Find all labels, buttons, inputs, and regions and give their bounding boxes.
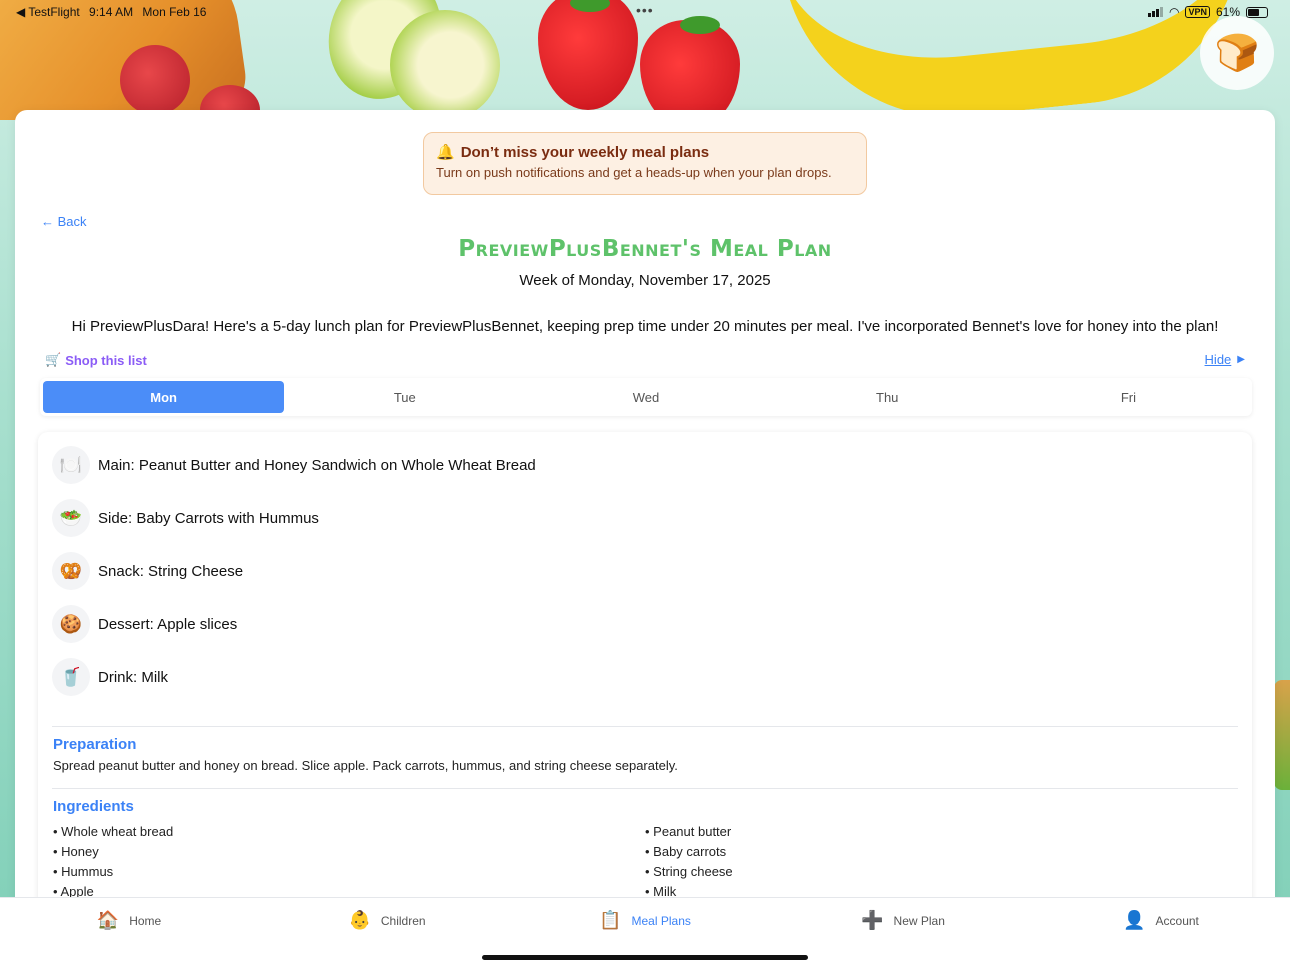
tab-thu[interactable]: Thu (767, 381, 1008, 413)
home-indicator[interactable] (482, 955, 808, 960)
triangle-right-icon: ▶ (1237, 354, 1245, 365)
nav-home[interactable]: 🏠 Home (0, 898, 258, 967)
bell-icon: 🔔 (436, 144, 455, 161)
preparation-text: Spread peanut butter and honey on bread.… (53, 758, 678, 773)
nav-new-plan[interactable]: ➕ New Plan (774, 898, 1032, 967)
baby-icon: 👶 (348, 910, 371, 930)
apple-slice-image (390, 10, 500, 120)
meal-item: 🍪 Dessert: Apple slices (52, 605, 237, 643)
status-bar: ◀ TestFlight 9:14 AM Mon Feb 16 ••• ◠ VP… (0, 0, 1290, 24)
toast-hero-icon: 🍞 (1214, 32, 1260, 73)
house-icon: 🏠 (96, 910, 120, 930)
nav-label: Account (1155, 914, 1199, 928)
cart-icon: 🛒 (45, 352, 62, 367)
shop-list-button[interactable]: 🛒 Shop this list (45, 352, 147, 368)
salad-icon: 🥗 (52, 499, 90, 537)
nav-label: Children (380, 914, 426, 928)
ingredient-item: • Whole wheat bread (53, 824, 174, 839)
meal-item: 🍽️ Main: Peanut Butter and Honey Sandwic… (52, 446, 536, 484)
status-date: Mon Feb 16 (142, 5, 207, 19)
plan-intro: Hi PreviewPlusDara! Here's a 5-day lunch… (71, 318, 1219, 335)
hide-label: Hide (1204, 352, 1232, 367)
vpn-badge: VPN (1185, 6, 1210, 18)
person-icon: 👤 (1123, 910, 1146, 930)
notification-banner[interactable]: 🔔 Don’t miss your weekly meal plans Turn… (423, 132, 867, 195)
meal-text: Snack: String Cheese (98, 562, 244, 580)
shop-list-label: Shop this list (65, 352, 147, 368)
cup-icon: 🥤 (52, 658, 90, 696)
tab-mon[interactable]: Mon (43, 381, 285, 413)
ingredients-right-list: • Peanut butter • Baby carrots • String … (645, 822, 733, 900)
meal-text: Main: Peanut Butter and Honey Sandwich o… (98, 456, 536, 474)
profile-avatar-button[interactable]: 🍞 (1200, 16, 1274, 90)
ingredient-item: • Baby carrots (645, 844, 727, 859)
meal-item: 🥨 Snack: String Cheese (52, 552, 243, 590)
nav-children[interactable]: 👶 Children (258, 898, 516, 967)
week-label: Week of Monday, November 17, 2025 (519, 272, 771, 289)
meal-plan-card: 🔔 Don’t miss your weekly meal plans Turn… (15, 110, 1275, 900)
day-tabs: Mon Tue Wed Thu Fri (40, 378, 1252, 416)
meal-text: Drink: Milk (98, 668, 168, 686)
nav-account[interactable]: 👤 Account (1032, 898, 1290, 967)
clipboard-icon: 📋 (599, 910, 622, 930)
multitasking-dots-icon[interactable]: ••• (636, 2, 654, 18)
nav-label: Home (129, 914, 162, 928)
back-to-app-link[interactable]: ◀ TestFlight (16, 5, 80, 19)
divider (52, 726, 1238, 727)
page-title: PreviewPlusBennet's Meal Plan (458, 236, 832, 262)
status-time: 9:14 AM (89, 5, 134, 19)
meal-text: Dessert: Apple slices (98, 615, 238, 633)
plus-icon: ➕ (861, 910, 884, 930)
strawberry-image (640, 20, 740, 120)
notice-title: Don’t miss your weekly meal plans (460, 143, 710, 161)
day-meals-panel: 🍽️ Main: Peanut Butter and Honey Sandwic… (38, 432, 1252, 900)
plate-icon: 🍽️ (52, 446, 90, 484)
ingredient-item: • Peanut butter (645, 824, 732, 839)
ingredient-item: • Hummus (53, 864, 114, 879)
back-link[interactable]: ← Back (41, 214, 87, 229)
cookie-icon: 🍪 (52, 605, 90, 643)
pepperoni-image (120, 45, 190, 115)
ingredients-left-list: • Whole wheat bread • Honey • Hummus • A… (53, 822, 173, 900)
ingredient-item: • Honey (53, 844, 99, 859)
side-food-image (1274, 680, 1290, 790)
nav-label: Meal Plans (631, 914, 691, 928)
tab-fri[interactable]: Fri (1008, 381, 1249, 413)
ingredients-title: Ingredients (53, 798, 134, 815)
hide-toggle[interactable]: Hide ▶ (1205, 352, 1245, 367)
ingredient-item: • String cheese (645, 864, 733, 879)
notice-text: Turn on push notifications and get a hea… (436, 165, 832, 180)
meal-item: 🥗 Side: Baby Carrots with Hummus (52, 499, 319, 537)
preparation-title: Preparation (53, 736, 137, 753)
meal-item: 🥤 Drink: Milk (52, 658, 168, 696)
battery-icon (1246, 6, 1268, 18)
wifi-icon: ◠ (1168, 5, 1180, 19)
pretzel-icon: 🥨 (52, 552, 90, 590)
divider (52, 788, 1238, 789)
nav-label: New Plan (893, 914, 945, 928)
cellular-signal-icon (1147, 7, 1163, 17)
tab-tue[interactable]: Tue (284, 381, 525, 413)
meal-text: Side: Baby Carrots with Hummus (98, 509, 319, 527)
tab-wed[interactable]: Wed (525, 381, 766, 413)
